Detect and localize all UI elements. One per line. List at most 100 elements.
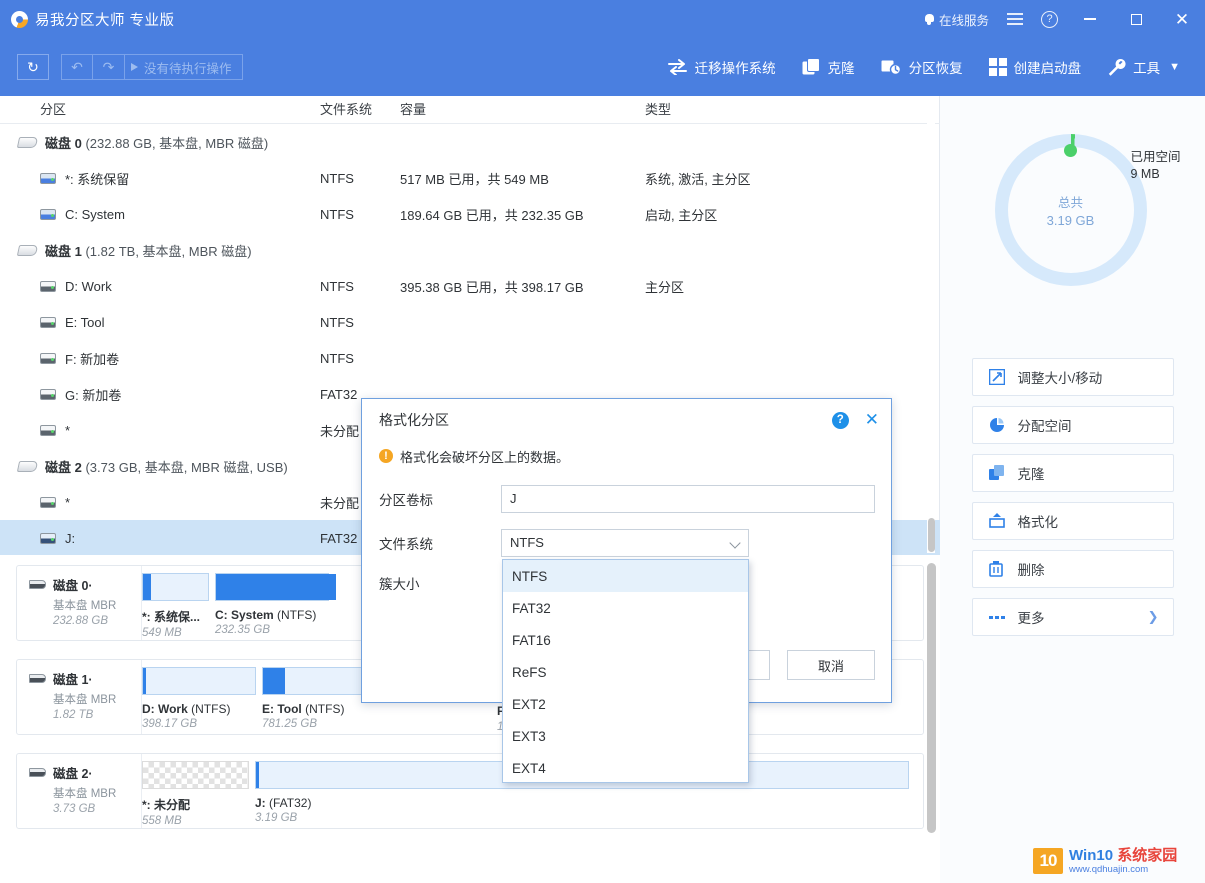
disk-map-name: 磁盘 1·: [53, 673, 93, 687]
partition-name-cell: G: 新加卷: [0, 385, 320, 404]
dropdown-option[interactable]: EXT3: [503, 720, 748, 752]
disk-map-card[interactable]: 磁盘 2· 基本盘 MBR 3.73 GB *: 未分配 558 MB J: (FAT32…: [16, 753, 924, 829]
sidebar-action-more[interactable]: 更多 ❯: [971, 598, 1174, 636]
partition-icon: [40, 424, 56, 436]
volume-label-input[interactable]: J: [501, 485, 875, 513]
disk-row[interactable]: 磁盘 0 (232.88 GB, 基本盘, MBR 磁盘): [0, 124, 940, 160]
redo-button[interactable]: ↷: [93, 54, 125, 80]
help-button[interactable]: ?: [1032, 0, 1067, 38]
partition-name: E: Tool: [65, 314, 105, 330]
partition-icon: [40, 496, 56, 508]
filesystem-dropdown-list[interactable]: NTFS FAT32 FAT16 ReFS EXT2 EXT3 EXT4: [502, 559, 749, 783]
chevron-right-icon: ❯: [1147, 609, 1159, 624]
filesystem-cell: NTFS: [320, 278, 354, 294]
allocate-space-icon: [989, 417, 1006, 434]
partition-name: J:: [65, 530, 76, 546]
tools-menu-label: 工具: [1133, 61, 1161, 76]
disk-row-label: 磁盘 0 (232.88 GB, 基本盘, MBR 磁盘): [45, 135, 269, 151]
refresh-button[interactable]: ↻: [17, 54, 49, 80]
dialog-close-button[interactable]: ✕: [865, 411, 879, 428]
disk-map-info: 磁盘 2· 基本盘 MBR 3.73 GB: [17, 754, 142, 828]
partition-list-scrollbar[interactable]: [927, 98, 935, 553]
sidebar-action-resize-move[interactable]: 调整大小/移动: [971, 358, 1174, 396]
segment-label: J: (FAT32): [255, 796, 312, 810]
disk-map-size: 3.73 GB: [53, 803, 96, 815]
segment-label: *: 系统保...: [142, 610, 201, 624]
maximize-button[interactable]: [1113, 0, 1159, 38]
tools-menu-button[interactable]: 工具 ▼: [1094, 47, 1193, 87]
partition-row[interactable]: E: Tool NTFS: [0, 304, 940, 340]
create-boot-disk-button[interactable]: 创建启动盘: [976, 47, 1095, 87]
play-icon: [131, 63, 138, 71]
scrollbar-thumb[interactable]: [928, 518, 935, 552]
sidebar-action-format[interactable]: 格式化: [971, 502, 1174, 540]
app-logo-icon: [11, 10, 28, 28]
disk-map-size: 1.82 TB: [53, 709, 94, 721]
disk-map-name: 磁盘 2·: [53, 767, 93, 781]
disk-map-segment[interactable]: *: 系统保... 549 MB: [142, 573, 215, 640]
dropdown-option[interactable]: ReFS: [503, 656, 748, 688]
maximize-icon: [1130, 13, 1142, 25]
watermark-badge: 10: [1033, 848, 1063, 874]
disk-map-info: 磁盘 0· 基本盘 MBR 232.88 GB: [17, 566, 142, 640]
segment-label: D: Work (NTFS): [142, 702, 231, 716]
sidebar-action-delete[interactable]: 删除: [971, 550, 1174, 588]
pending-operations-button[interactable]: 没有待执行操作: [125, 54, 243, 80]
partition-row[interactable]: D: Work NTFS 395.38 GB 已用，共 398.17 GB 主分区: [0, 268, 940, 304]
dialog-help-button[interactable]: ?: [831, 411, 849, 429]
dropdown-option[interactable]: FAT16: [503, 624, 748, 656]
filesystem-cell: NTFS: [320, 314, 354, 330]
partition-name-cell: 磁盘 2 (3.73 GB, 基本盘, MBR 磁盘, USB): [0, 457, 320, 476]
clone-button[interactable]: 克隆: [789, 47, 868, 87]
partition-icon: [40, 388, 56, 400]
disk-row-label: 磁盘 1 (1.82 TB, 基本盘, MBR 磁盘): [45, 243, 252, 259]
disk-row[interactable]: 磁盘 1 (1.82 TB, 基本盘, MBR 磁盘): [0, 232, 940, 268]
dropdown-option[interactable]: EXT4: [503, 752, 748, 782]
main-body: 分区 文件系统 容量 类型 磁盘 0 (232.88 GB, 基本盘, MBR …: [0, 96, 1205, 883]
partition-row[interactable]: *: 系统保留 NTFS 517 MB 已用，共 549 MB 系统, 激活, 主分区: [0, 160, 940, 196]
disk-map-segment[interactable]: C: System (NTFS) 232.35 GB: [215, 573, 336, 640]
dialog-header: 格式化分区 ? ✕: [362, 399, 891, 441]
help-icon: ?: [1041, 10, 1058, 28]
undo-button[interactable]: ↶: [61, 54, 93, 80]
sidebar-action-clone[interactable]: 克隆: [971, 454, 1174, 492]
donut-used-label: 已用空间: [1130, 150, 1181, 164]
segment-size: 781.25 GB: [262, 718, 317, 730]
segment-bar: [142, 667, 256, 695]
partition-name: *: [65, 494, 71, 510]
dropdown-option[interactable]: NTFS: [503, 560, 748, 592]
partition-row[interactable]: F: 新加卷 NTFS: [0, 340, 940, 376]
online-service-button[interactable]: 在线服务: [915, 0, 998, 38]
dropdown-option[interactable]: EXT2: [503, 688, 748, 720]
disk-icon: [29, 768, 46, 777]
dialog-cancel-button[interactable]: 取消: [787, 650, 875, 680]
partition-name-cell: 磁盘 1 (1.82 TB, 基本盘, MBR 磁盘): [0, 241, 320, 260]
minimize-button[interactable]: [1067, 0, 1113, 38]
sidebar-action-label: 删除: [1017, 563, 1045, 578]
warning-icon: !: [379, 449, 393, 463]
disk-map-segment[interactable]: D: Work (NTFS) 398.17 GB: [142, 667, 262, 734]
segment-size: 398.17 GB: [142, 718, 197, 730]
disk-map-info: 磁盘 1· 基本盘 MBR 1.82 TB: [17, 660, 142, 734]
segment-label: E: Tool (NTFS): [262, 702, 345, 716]
disk-row-label: 磁盘 2 (3.73 GB, 基本盘, MBR 磁盘, USB): [45, 459, 288, 475]
partition-recovery-button[interactable]: 分区恢复: [868, 47, 976, 87]
partition-name-cell: D: Work: [0, 279, 320, 294]
dropdown-option[interactable]: FAT32: [503, 592, 748, 624]
partition-row[interactable]: C: System NTFS 189.64 GB 已用，共 232.35 GB 启动,…: [0, 196, 940, 232]
partition-name-cell: 磁盘 0 (232.88 GB, 基本盘, MBR 磁盘): [0, 133, 320, 152]
filesystem-select[interactable]: NTFS: [501, 529, 749, 557]
disk-map-scrollbar[interactable]: [927, 563, 936, 883]
disk-icon: [29, 674, 46, 683]
close-button[interactable]: ✕: [1159, 0, 1205, 38]
col-header-partition: 分区: [40, 101, 67, 117]
migrate-os-button[interactable]: 迁移操作系统: [654, 47, 789, 87]
migrate-os-icon: [667, 59, 688, 75]
disk-map-subtitle: 基本盘 MBR: [53, 788, 117, 800]
disk-map-segment[interactable]: *: 未分配 558 MB: [142, 761, 255, 828]
disk-map-scrollbar-thumb[interactable]: [927, 563, 936, 833]
sidebar-action-allocate-space[interactable]: 分配空间: [971, 406, 1174, 444]
menu-button[interactable]: [998, 0, 1032, 38]
title-bar: 易我分区大师 专业版 在线服务 ? ✕: [0, 0, 1205, 38]
partition-name-cell: C: System: [0, 207, 320, 222]
